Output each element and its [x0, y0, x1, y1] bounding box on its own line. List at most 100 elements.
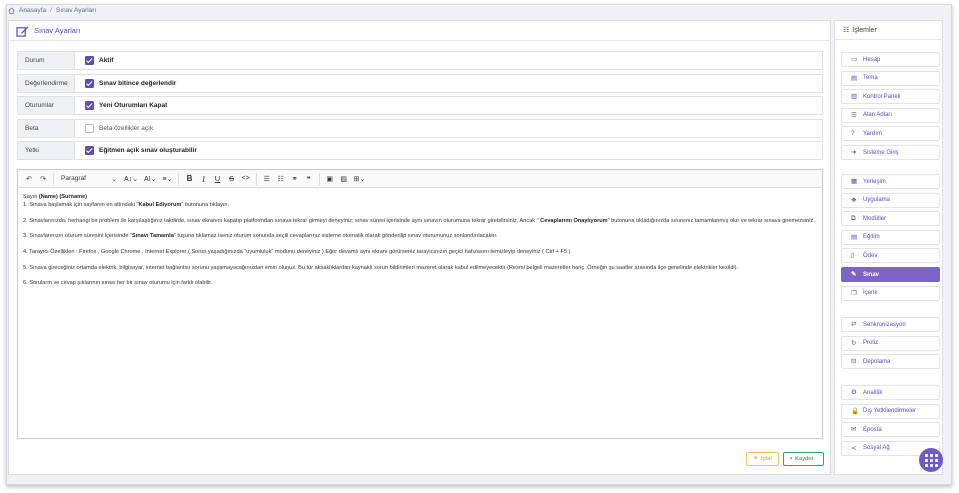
sidebar-item-i-çerik[interactable]: ❐ İçerik	[841, 285, 940, 301]
sidebar-item-label: Sosyal Ağ	[863, 445, 890, 452]
sidebar-item-label: Modüller	[863, 215, 887, 222]
blockquote-icon[interactable]: ❝	[303, 173, 315, 185]
italic-icon[interactable]: I	[197, 173, 209, 185]
sidebar-item-label: Tema	[863, 75, 878, 82]
bold-icon[interactable]: B	[183, 173, 195, 185]
strikethrough-icon[interactable]: S	[225, 173, 237, 185]
page-title: Sınav Ayarları	[34, 26, 81, 35]
text-span: 2. Sınavlarınızda, herhangi bir problem …	[23, 217, 541, 224]
grid-dot	[924, 453, 928, 457]
sidebar-item-yardım[interactable]: ? Yardım	[841, 126, 940, 142]
sessions-checkbox[interactable]	[85, 101, 94, 110]
grid-dot	[934, 453, 938, 457]
evaluation-checkbox[interactable]	[85, 78, 94, 88]
sidebar-item-modüller[interactable]: ⧉ Modüller	[841, 211, 940, 227]
save-button[interactable]: ▪ Kaydet	[783, 452, 824, 466]
media-icon[interactable]: ▣	[324, 173, 336, 185]
sidebar-item-yerleşim[interactable]: ▦ Yerleşim	[841, 174, 940, 189]
sign-in-icon: ➜	[851, 149, 857, 156]
code-icon[interactable]: <>	[239, 173, 251, 185]
bold-span: (Name) (Surname)	[38, 194, 88, 200]
breadcrumb: Anasayfa / Sınav Ayarları	[8, 5, 96, 15]
cog-icon: ⚙	[851, 389, 857, 396]
beta-checkbox[interactable]	[85, 123, 94, 133]
status-checkbox[interactable]	[85, 56, 94, 65]
sidebar-item-senkronizasyon[interactable]: ⇄ Senkronizasyon	[841, 317, 940, 332]
image-icon[interactable]: ▨	[338, 173, 350, 185]
sidebar-item-label: Depolama	[863, 358, 891, 365]
envelope-icon: ✉	[851, 426, 857, 434]
sidebar-title: İşlemler	[852, 26, 877, 34]
sidebar-header: ☷ İşlemler	[835, 21, 942, 40]
sidebar-item-label: Hesap	[863, 56, 881, 63]
grid-dot	[924, 458, 928, 462]
font-size-icon[interactable]: A↕⌄	[122, 173, 140, 185]
sidebar-item-eposta[interactable]: ✉ Eposta	[841, 422, 940, 438]
dropbox-icon: ❖	[851, 196, 857, 204]
sidebar-item-sisteme-giriş[interactable]: ➜ Sisteme Giriş	[841, 145, 940, 160]
redo-icon[interactable]: ↷	[37, 173, 49, 185]
main-panel: Sınav Ayarları Durum Aktif Değerlendirme…	[8, 20, 831, 475]
setting-value: Aktif	[74, 51, 823, 70]
undo-icon[interactable]: ↶	[23, 173, 35, 185]
sidebar-item-eğitim[interactable]: ▤ Eğitim	[841, 229, 940, 245]
sidebar-item-dış-yetkilendirmeler[interactable]: 🔒 Dış Yetkilendirmeler	[841, 403, 940, 419]
grid-dot	[929, 458, 933, 462]
lock-icon: 🔒	[851, 407, 860, 415]
paragraph-select[interactable]: Paragraf ⌄	[58, 175, 120, 183]
cancel-button[interactable]: ✳ İptal	[746, 452, 779, 466]
form-actions: ✳ İptal ▪ Kaydet	[746, 452, 824, 466]
link-icon[interactable]: ⚭	[289, 173, 301, 185]
home-icon	[8, 7, 15, 14]
font-family-icon[interactable]: AI⌄	[142, 173, 158, 185]
sidebar-item-alan-adları[interactable]: ☰ Alan Adları	[841, 107, 940, 123]
sidebar-item-proliz[interactable]: ↻ Proliz	[841, 335, 940, 351]
underline-icon[interactable]: U	[211, 173, 223, 185]
editor-paragraph: 5. Sınava gireceğiniz ortamda elektrik, …	[23, 264, 817, 272]
text-span: " butonuna tıklayın.	[181, 202, 230, 209]
share-icon: ⋖	[851, 444, 857, 452]
sidebar-item-tema[interactable]: ▤ Tema	[841, 70, 940, 86]
toolbar-divider	[178, 172, 180, 185]
window-icon: ▤	[851, 74, 858, 82]
setting-label: Yetki	[17, 141, 74, 160]
bold-span: Cevaplarımı Onaylıyorum	[540, 217, 608, 224]
sidebar-item-analitik[interactable]: ⚙ Analitik	[841, 385, 940, 400]
sidebar-item-label: Eposta	[863, 426, 882, 433]
editor-paragraph: Sayın (Name) (Surname) 1. Sınava başlama…	[23, 193, 817, 209]
sidebar-item-label: İçerik	[863, 290, 878, 297]
sidebar-item-label: Ödev	[863, 252, 878, 259]
cancel-icon: ✳	[753, 456, 758, 462]
sidebar-item-label: Proliz	[863, 340, 879, 347]
breadcrumb-home-link[interactable]: Anasayfa	[19, 7, 46, 14]
sidebar-item-label: Uygulama	[863, 197, 891, 204]
sidebar-item-sınav[interactable]: ✎ Sınav	[841, 267, 940, 282]
setting-row-degerlendirme: Değerlendirme Sınav bitince değerlendir	[17, 73, 823, 93]
permission-checkbox[interactable]	[85, 146, 94, 155]
rich-text-editor: ↶ ↷ Paragraf ⌄ A↕⌄ AI⌄ ≡⌄ B I U S <> ☰ ☷ …	[17, 169, 823, 439]
grid-dot	[929, 463, 933, 467]
editor-content[interactable]: Sayın (Name) (Surname) 1. Sınava başlama…	[18, 188, 822, 300]
numbered-list-icon[interactable]: ☷	[275, 173, 287, 185]
file-icon: ▯	[851, 252, 855, 260]
layout-icon: ▦	[851, 178, 858, 185]
sidebar-item-hesap[interactable]: ▭ Hesap	[841, 52, 940, 67]
align-icon[interactable]: ≡⌄	[161, 173, 175, 185]
sidebar-item-label: Yerleşim	[863, 178, 886, 185]
sidebar-item-kontrol-paneli[interactable]: ▥ Kontrol Paneli	[841, 89, 940, 105]
grid-dot	[934, 458, 938, 462]
sidebar-item-ödev[interactable]: ▯ Ödev	[841, 248, 940, 264]
sidebar-item-uygulama[interactable]: ❖ Uygulama	[841, 192, 940, 208]
apps-grid-button[interactable]	[919, 448, 943, 472]
editor-paragraph: 2. Sınavlarınızda, herhangi bir problem …	[23, 217, 817, 225]
setting-label: Beta	[17, 118, 74, 138]
bulleted-list-icon[interactable]: ☰	[261, 173, 273, 185]
setting-row-durum: Durum Aktif	[17, 51, 823, 70]
setting-row-oturumlar: Oturumlar Yeni Oturumları Kapat	[17, 96, 823, 115]
sidebar-item-depolama[interactable]: ⊟ Depolama	[841, 354, 940, 370]
table-icon[interactable]: ⊞⌄	[352, 173, 368, 185]
sitemap-icon: ⧉	[851, 215, 856, 223]
text-span: 5. Sınava gireceğiniz ortamda elektrik, …	[23, 264, 739, 271]
text-span: 1. Sınava başlamak için sayfanın en altı…	[23, 202, 139, 209]
breadcrumb-current[interactable]: Sınav Ayarları	[56, 7, 96, 14]
